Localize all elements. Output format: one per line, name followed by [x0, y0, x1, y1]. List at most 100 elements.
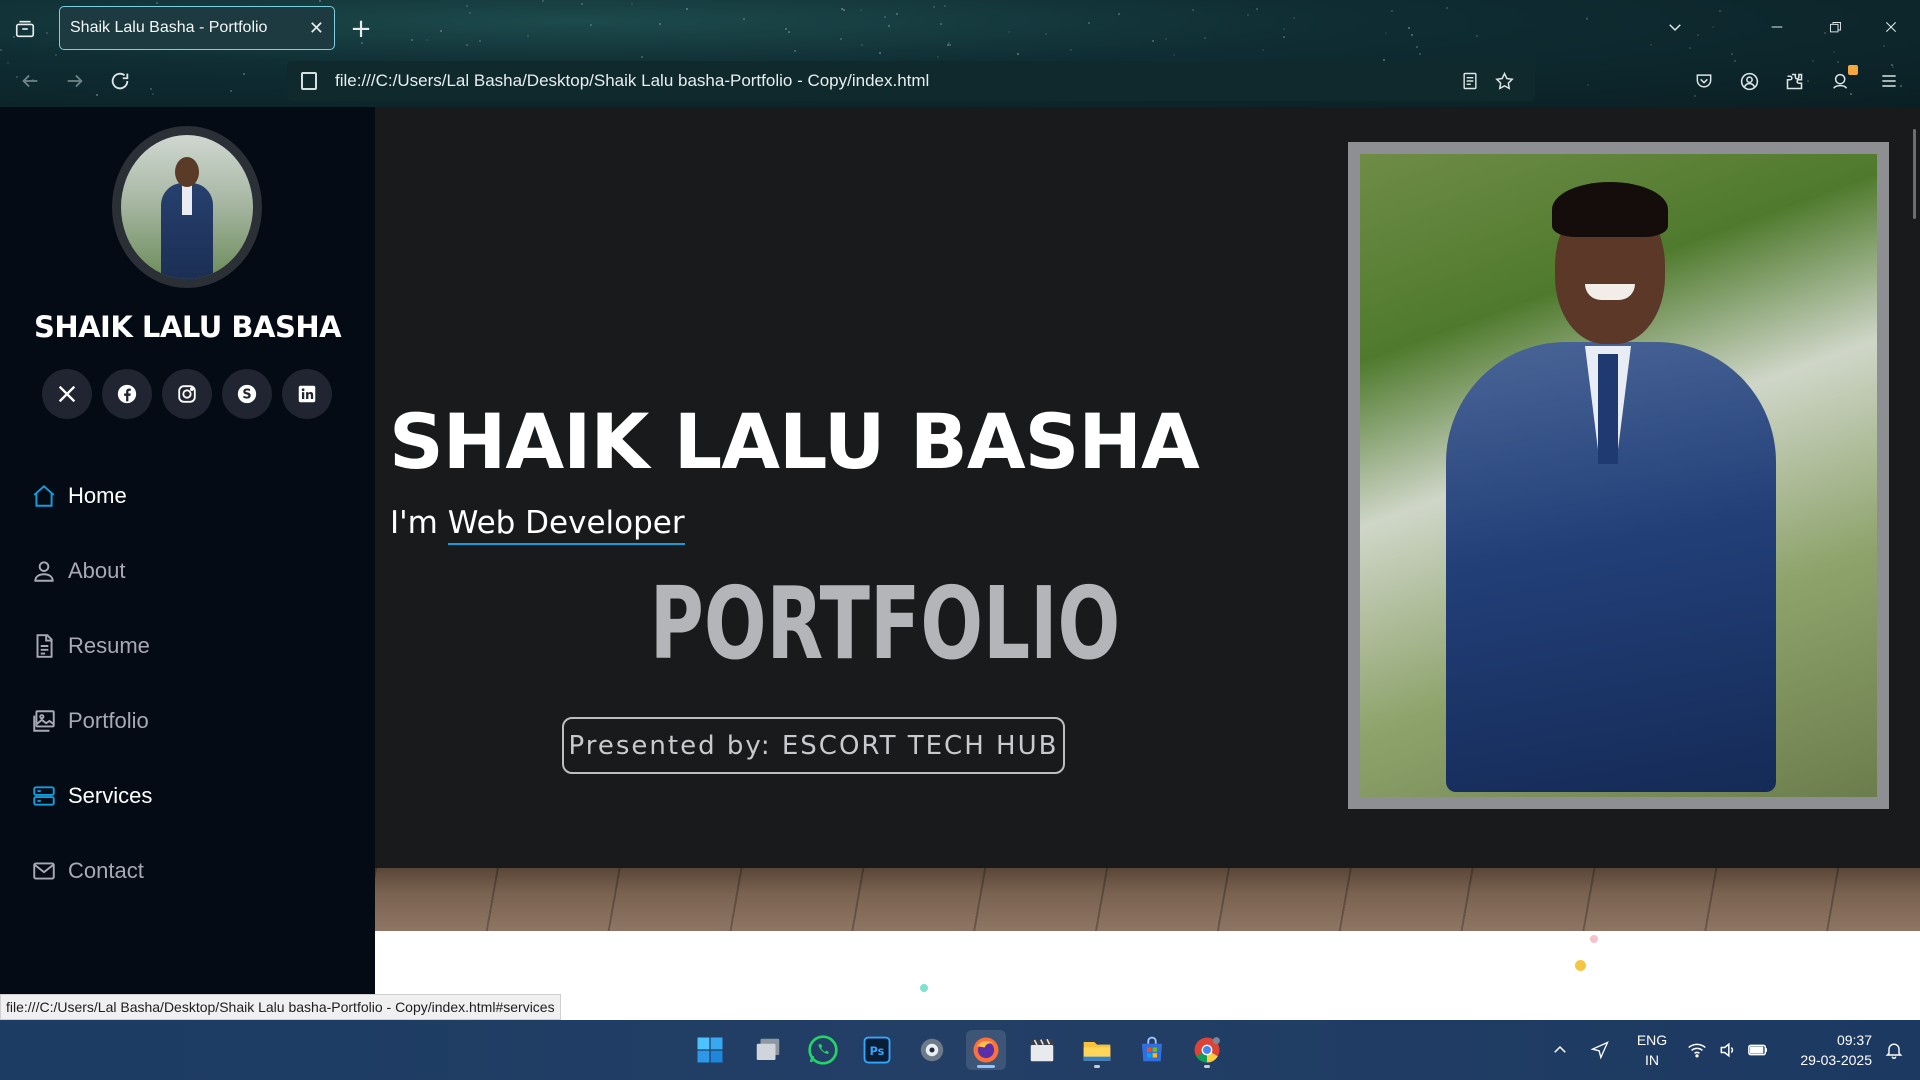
- extension-profile-icon[interactable]: [1824, 63, 1860, 99]
- region-code: IN: [1645, 1052, 1659, 1068]
- language-indicator[interactable]: ENG IN: [1630, 1030, 1674, 1070]
- menu-label-contact: Contact: [68, 857, 144, 883]
- address-bar[interactable]: file:///C:/Users/Lal Basha/Desktop/Shaik…: [287, 61, 1535, 101]
- wood-floor-banner: [375, 868, 1920, 931]
- windows-start-icon[interactable]: [690, 1030, 730, 1070]
- battery-icon[interactable]: [1740, 1030, 1776, 1070]
- hero-photo-frame: [1348, 142, 1889, 809]
- star-dot: [895, 12, 898, 15]
- server-icon: [30, 782, 58, 810]
- next-section-background: [375, 931, 1920, 1020]
- new-tab-icon[interactable]: +: [346, 14, 376, 44]
- star-dot: [793, 49, 796, 52]
- tab-close-icon[interactable]: ✕: [309, 18, 324, 39]
- star-dot: [1118, 13, 1121, 16]
- clapper-icon[interactable]: [1022, 1030, 1062, 1070]
- file-explorer-icon[interactable]: [1077, 1030, 1117, 1070]
- star-dot: [1419, 52, 1422, 55]
- star-dot: [878, 51, 881, 54]
- whatsapp-icon[interactable]: [803, 1030, 843, 1070]
- instagram-icon[interactable]: [162, 369, 212, 419]
- svg-text:S: S: [242, 388, 251, 403]
- menu-item-portfolio[interactable]: Portfolio: [30, 683, 350, 758]
- chrome-icon[interactable]: [1187, 1030, 1227, 1070]
- close-window-icon[interactable]: [1866, 12, 1916, 42]
- facebook-icon[interactable]: [102, 369, 152, 419]
- star-dot: [46, 32, 49, 35]
- x-icon[interactable]: [42, 369, 92, 419]
- store-icon[interactable]: [1132, 1030, 1172, 1070]
- hero-title: SHAIK LALU BASHA: [389, 397, 1200, 486]
- decorative-dot: [1575, 960, 1586, 971]
- star-dot: [1408, 26, 1411, 29]
- menu-label-portfolio: Portfolio: [68, 707, 149, 733]
- tab-list-icon[interactable]: [10, 14, 40, 44]
- star-dot: [426, 39, 429, 41]
- star-dot: [1832, 51, 1835, 54]
- reader-view-icon[interactable]: [1453, 64, 1487, 98]
- page-icon: [301, 72, 317, 90]
- menu-item-resume[interactable]: Resume: [30, 608, 350, 683]
- hero-section: SHAIK LALU BASHA I'm Web Developer PORTF…: [375, 107, 1920, 868]
- active-app-indicator: [977, 1065, 995, 1068]
- menu-item-contact[interactable]: Contact: [30, 833, 350, 908]
- back-icon[interactable]: [13, 64, 47, 98]
- menu-hamburger-icon[interactable]: [1871, 63, 1907, 99]
- language-code: ENG: [1636, 1032, 1668, 1048]
- clock[interactable]: 09:37 29-03-2025: [1780, 1030, 1872, 1070]
- star-dot: [1191, 8, 1194, 11]
- star-dot: [1165, 38, 1168, 41]
- notification-bell-icon[interactable]: [1876, 1030, 1912, 1070]
- tab-overflow-chevron-icon[interactable]: [1650, 12, 1700, 42]
- star-dot: [1688, 47, 1691, 50]
- star-dot: [1151, 40, 1154, 43]
- menu-item-services[interactable]: Services: [30, 758, 350, 833]
- star-dot: [839, 37, 842, 40]
- url-text[interactable]: file:///C:/Users/Lal Basha/Desktop/Shaik…: [335, 71, 1453, 91]
- minimize-icon[interactable]: [1752, 12, 1802, 42]
- photoshop-icon[interactable]: Ps: [857, 1030, 897, 1070]
- bookmark-star-icon[interactable]: [1487, 64, 1521, 98]
- extensions-icon[interactable]: [1776, 63, 1812, 99]
- menu-label-services: Services: [68, 782, 153, 808]
- star-dot: [883, 15, 886, 18]
- star-dot: [932, 6, 935, 9]
- tab-title: Shaik Lalu Basha - Portfolio: [70, 19, 268, 36]
- pocket-icon[interactable]: [1686, 63, 1722, 99]
- hero-typed-role: Web Developer: [447, 505, 685, 545]
- forward-icon[interactable]: [58, 64, 92, 98]
- star-dot: [840, 7, 843, 10]
- menu-item-about[interactable]: About: [30, 533, 350, 608]
- star-dot: [742, 18, 745, 21]
- skype-icon[interactable]: S: [222, 369, 272, 419]
- media-app-icon[interactable]: [912, 1030, 952, 1070]
- browser-tab-active[interactable]: Shaik Lalu Basha - Portfolio ✕: [59, 6, 335, 50]
- restore-icon[interactable]: [1810, 12, 1860, 42]
- star-dot: [478, 40, 481, 43]
- account-icon[interactable]: [1731, 63, 1767, 99]
- page-scrollbar-thumb[interactable]: [1913, 129, 1916, 219]
- wifi-icon[interactable]: [1680, 1030, 1714, 1070]
- clock-time: 09:37: [1836, 1032, 1872, 1048]
- reload-icon[interactable]: [103, 64, 137, 98]
- hero-photo: [1360, 154, 1877, 797]
- firefox-icon[interactable]: [966, 1030, 1006, 1070]
- star-dot: [1283, 35, 1286, 38]
- decorative-dot: [1590, 935, 1598, 943]
- linkedin-icon[interactable]: [282, 369, 332, 419]
- menu-item-home[interactable]: Home: [30, 458, 350, 533]
- house-icon: [30, 482, 58, 510]
- star-dot: [439, 29, 442, 32]
- envelope-icon: [30, 857, 58, 885]
- hero-subtitle: I'm Web Developer: [390, 505, 685, 545]
- document-icon: [30, 632, 58, 660]
- star-dot: [1384, 31, 1387, 34]
- location-arrow-icon[interactable]: [1582, 1030, 1618, 1070]
- running-app-indicator: [1204, 1065, 1210, 1068]
- star-dot: [939, 22, 942, 25]
- menu-label-home: Home: [68, 482, 127, 508]
- star-dot: [1044, 33, 1047, 36]
- star-dot: [1719, 10, 1722, 13]
- task-view-icon[interactable]: [748, 1030, 788, 1070]
- tray-overflow-chevron-icon[interactable]: [1542, 1030, 1578, 1070]
